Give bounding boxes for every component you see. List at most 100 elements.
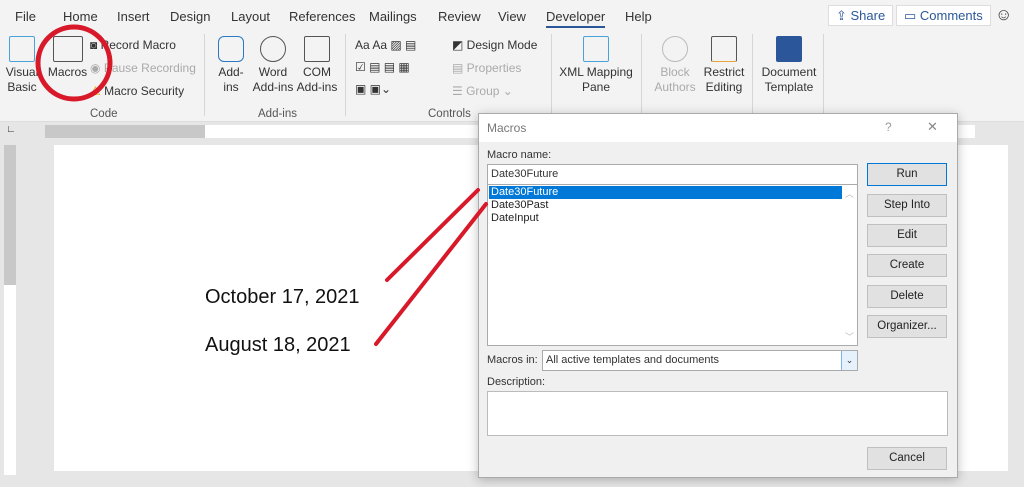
- group-icon: ☰: [452, 84, 467, 98]
- share-label: Share: [850, 8, 886, 23]
- create-button[interactable]: Create: [867, 254, 947, 277]
- tab-mailings[interactable]: Mailings: [369, 9, 417, 24]
- word-add-ins-button[interactable]: Word Add-ins: [252, 36, 294, 95]
- legacy-controls[interactable]: ▣ ▣⌄: [355, 82, 391, 96]
- share-icon: ⇪: [836, 8, 851, 23]
- group-button[interactable]: ☰ Group ⌄: [452, 84, 513, 98]
- pause-icon: ◉: [90, 61, 104, 75]
- document-text-line: October 17, 2021: [205, 286, 360, 308]
- com-add-ins-icon: [304, 36, 330, 62]
- comments-button[interactable]: ▭ Comments: [896, 5, 991, 26]
- macros-in-select[interactable]: All active templates and documents ⌄: [542, 350, 858, 371]
- separator: [204, 34, 205, 116]
- pause-recording-label: Pause Recording: [103, 61, 196, 75]
- tab-developer[interactable]: Developer: [546, 9, 606, 28]
- group-label-add-ins: Add-ins: [258, 108, 297, 120]
- macros-in-value: All active templates and documents: [546, 354, 720, 366]
- design-mode-label: Design Mode: [466, 38, 538, 52]
- tab-stop-icon[interactable]: ∟: [6, 124, 16, 135]
- com-add-ins-label: COM Add-ins: [296, 65, 338, 94]
- close-icon[interactable]: ✕: [927, 119, 938, 135]
- scroll-up-icon[interactable]: ︿: [845, 187, 854, 200]
- gear-icon: [260, 36, 286, 62]
- macro-name-label: Macro name:: [487, 149, 552, 161]
- properties-button[interactable]: ▤ Properties: [452, 61, 521, 75]
- add-ins-button[interactable]: Add-ins: [213, 36, 249, 95]
- pause-recording-button[interactable]: ◉ Pause Recording: [90, 61, 196, 75]
- checkbox-controls[interactable]: ☑ ▤ ▤ ▦: [355, 60, 410, 74]
- scroll-down-icon[interactable]: ﹀: [845, 330, 854, 343]
- tab-home[interactable]: Home: [63, 9, 98, 24]
- separator: [641, 34, 642, 116]
- share-button[interactable]: ⇪ Share: [828, 5, 894, 26]
- list-item[interactable]: Date30Past: [489, 199, 856, 212]
- ruler-margin: [45, 125, 205, 138]
- tab-layout[interactable]: Layout: [231, 9, 270, 24]
- tab-file[interactable]: File: [15, 9, 36, 24]
- macros-dialog: Macros ? ✕ Macro name: Date30Future Date…: [478, 113, 958, 478]
- group-label: Group: [466, 84, 500, 98]
- separator: [823, 34, 824, 116]
- design-mode-button[interactable]: ◩ Design Mode: [452, 38, 537, 52]
- add-ins-label: Add-ins: [218, 65, 244, 94]
- design-mode-icon: ◩: [452, 38, 467, 52]
- chevron-down-icon[interactable]: ⌄: [841, 351, 857, 370]
- restrict-editing-label: Restrict Editing: [703, 65, 745, 94]
- comments-label: Comments: [919, 8, 983, 23]
- group-label-code: Code: [90, 108, 118, 120]
- run-button[interactable]: Run: [867, 163, 947, 186]
- restrict-editing-button[interactable]: Restrict Editing: [702, 36, 746, 95]
- help-button[interactable]: ?: [885, 120, 892, 134]
- comment-icon: ▭: [904, 8, 920, 23]
- content-controls[interactable]: Aa Aa ▨ ▤: [355, 38, 416, 52]
- tab-insert[interactable]: Insert: [117, 9, 150, 24]
- record-macro-button[interactable]: ◙ Record Macro: [90, 38, 176, 52]
- list-item[interactable]: Date30Future: [489, 186, 842, 199]
- block-authors-button[interactable]: Block Authors: [650, 36, 700, 95]
- edit-button[interactable]: Edit: [867, 224, 947, 247]
- word-add-ins-label: Word Add-ins: [252, 65, 294, 94]
- visual-basic-label: Visual Basic: [5, 65, 39, 94]
- record-icon: ◙: [90, 38, 101, 52]
- cancel-button[interactable]: Cancel: [867, 447, 947, 470]
- organizer-button[interactable]: Organizer...: [867, 315, 947, 338]
- dialog-title: Macros: [487, 121, 527, 135]
- tab-references[interactable]: References: [289, 9, 355, 24]
- tab-review[interactable]: Review: [438, 9, 481, 24]
- separator: [345, 34, 346, 116]
- properties-label: Properties: [466, 61, 522, 75]
- separator: [752, 34, 753, 116]
- block-authors-label: Block Authors: [654, 65, 696, 94]
- separator: [551, 34, 552, 116]
- group-label-controls: Controls: [428, 108, 471, 120]
- visual-basic-button[interactable]: Visual Basic: [4, 36, 40, 95]
- step-into-button[interactable]: Step Into: [867, 194, 947, 217]
- document-template-button[interactable]: Document Template: [758, 36, 820, 95]
- list-item[interactable]: DateInput: [489, 212, 856, 225]
- com-add-ins-button[interactable]: COM Add-ins: [296, 36, 338, 95]
- macros-in-label: Macros in:: [487, 354, 538, 366]
- document-template-label: Document Template: [761, 65, 817, 94]
- warning-icon: ⚠: [90, 84, 105, 98]
- tab-view[interactable]: View: [498, 9, 526, 24]
- macros-button[interactable]: Macros: [45, 36, 90, 80]
- tab-design[interactable]: Design: [170, 9, 210, 24]
- delete-button[interactable]: Delete: [867, 285, 947, 308]
- smiley-feedback-icon[interactable]: ☺: [995, 5, 1012, 25]
- vertical-ruler-margin: [4, 145, 16, 285]
- description-label: Description:: [487, 376, 546, 388]
- xml-mapping-icon: [583, 36, 609, 62]
- macro-security-button[interactable]: ⚠ Macro Security: [90, 84, 184, 98]
- hexagon-icon: [218, 36, 244, 62]
- visual-basic-icon: [9, 36, 35, 62]
- xml-mapping-label: XML Mapping Pane: [559, 65, 633, 94]
- ribbon-tabs: File Home Insert Design Layout Reference…: [0, 0, 1024, 32]
- ribbon: Visual Basic Macros ◙ Record Macro ◉ Pau…: [0, 32, 1024, 122]
- tab-help[interactable]: Help: [625, 9, 652, 24]
- lock-document-icon: [711, 36, 737, 62]
- description-box: [487, 391, 948, 436]
- macro-list[interactable]: Date30Future Date30Past DateInput ︿ ﹀: [487, 184, 858, 346]
- xml-mapping-pane-button[interactable]: XML Mapping Pane: [558, 36, 634, 95]
- macro-name-input[interactable]: Date30Future: [487, 164, 858, 185]
- person-block-icon: [662, 36, 688, 62]
